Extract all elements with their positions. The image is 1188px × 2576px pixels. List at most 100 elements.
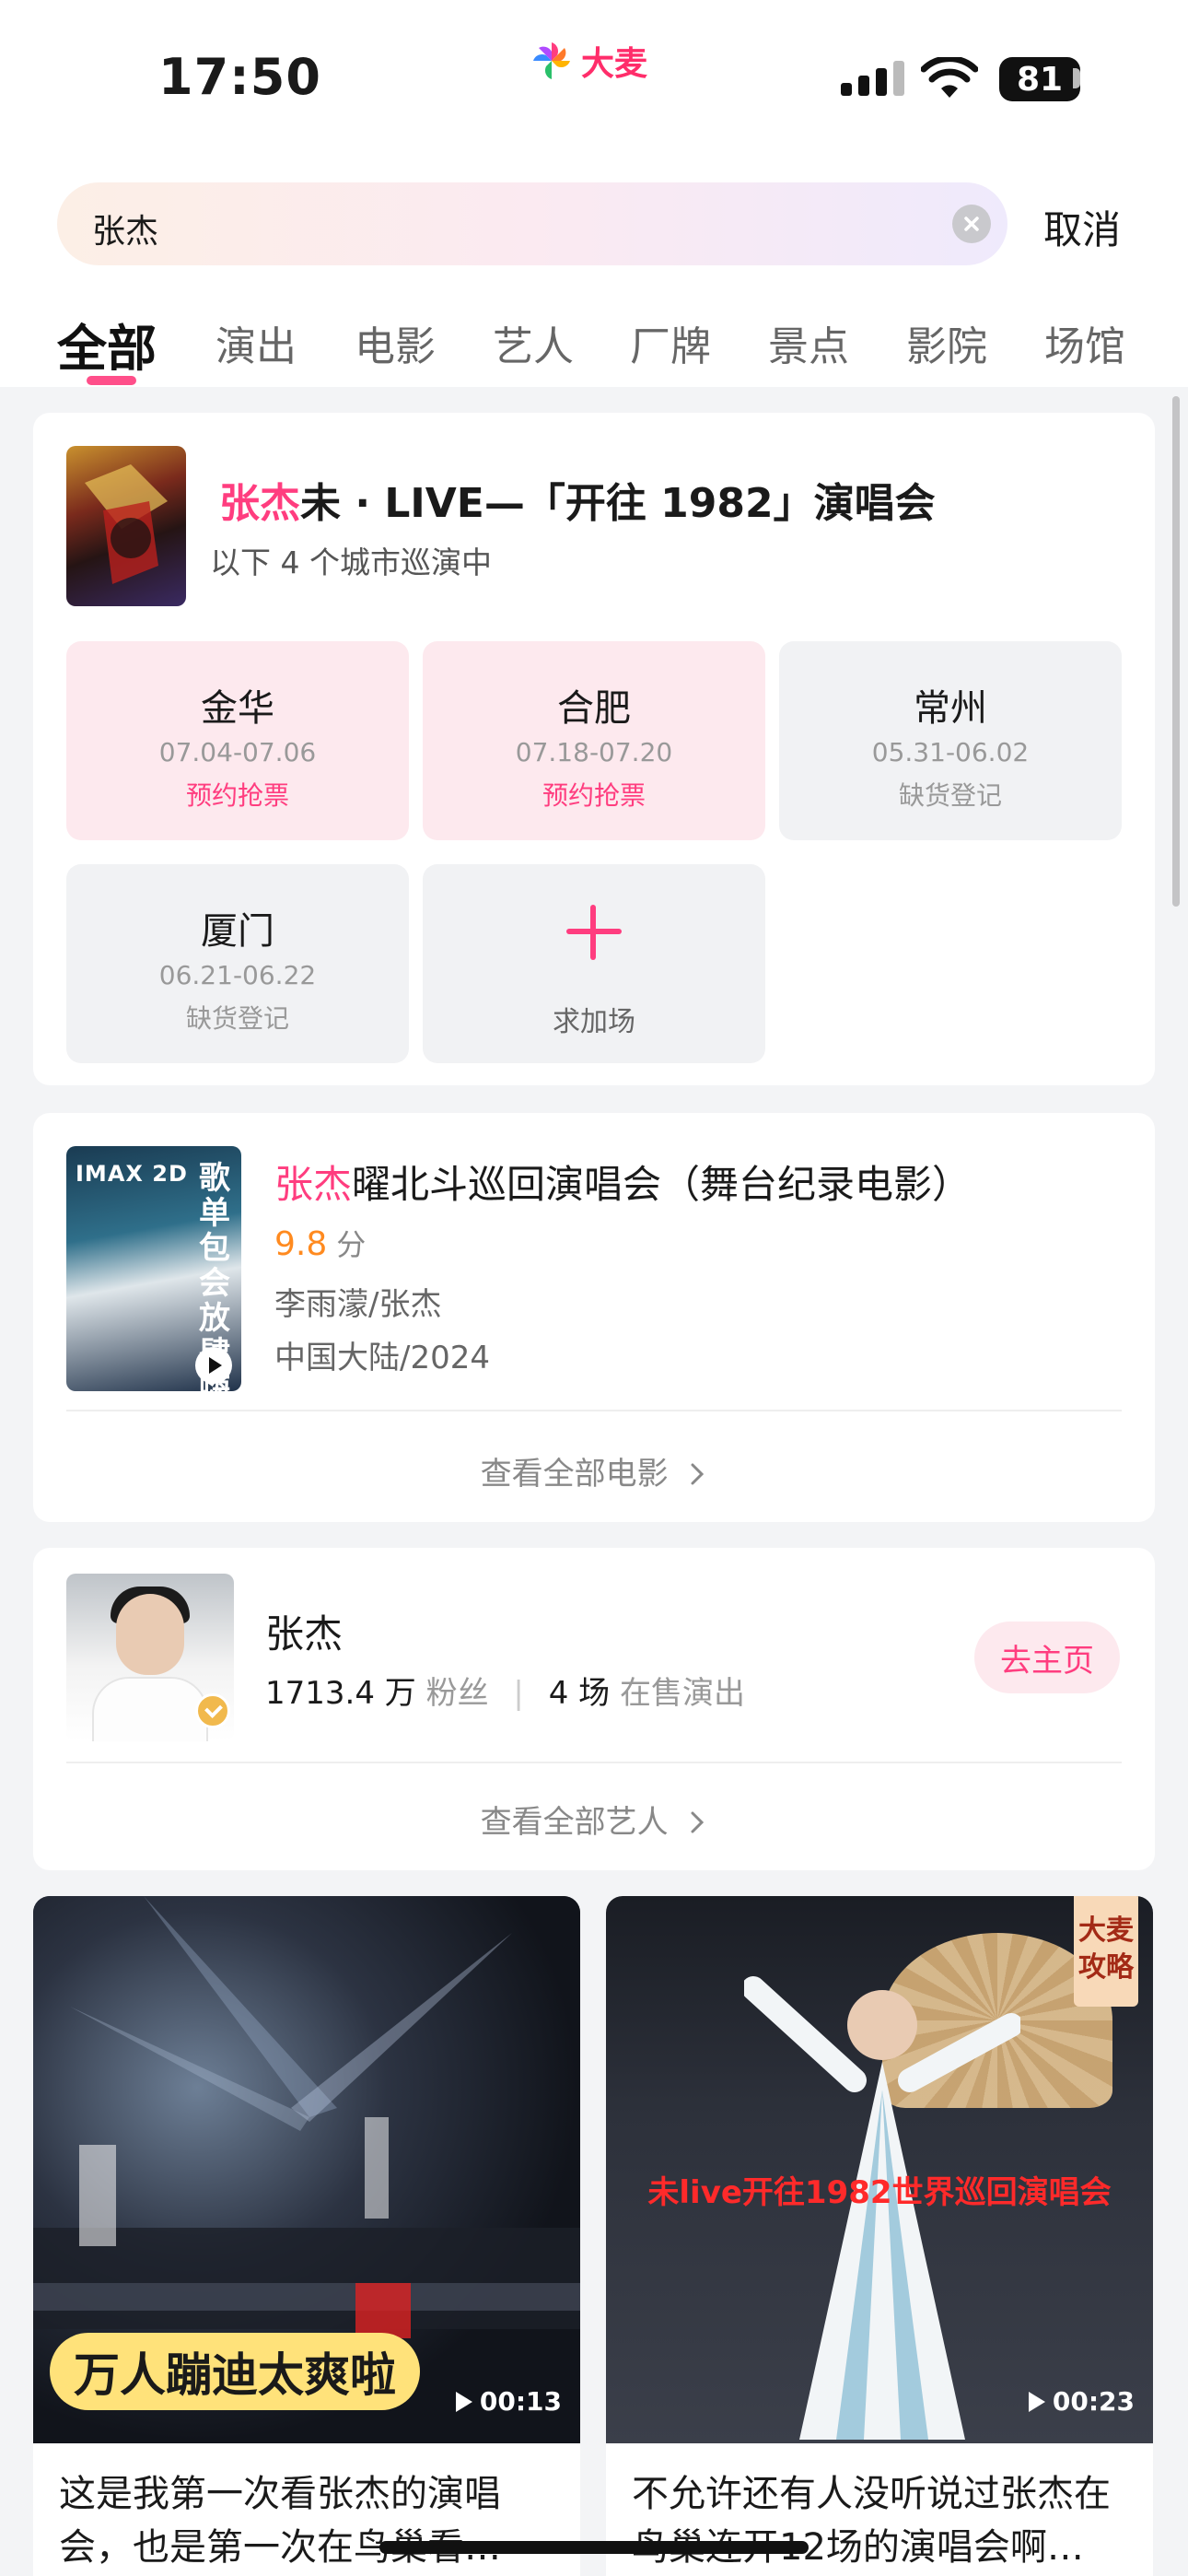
- tab-artists[interactable]: 艺人: [493, 313, 574, 372]
- video-card[interactable]: 万人蹦迪太爽啦 00:13 这是我第一次看张杰的演唱会，也是第一次在鸟巢看…: [33, 1896, 580, 2576]
- city-name: 厦门: [201, 910, 274, 953]
- video-title[interactable]: 不允许还有人没听说过张杰在鸟巢连开12场的演唱会啊…: [632, 2467, 1129, 2574]
- tab-attractions[interactable]: 景点: [768, 313, 849, 372]
- movie-card[interactable]: IMAX 2D 歌单包会放肆嗨唱 张杰曜北斗巡回演唱会（舞台纪录电影） 9.8分…: [33, 1113, 1155, 1522]
- request-extra-show-button[interactable]: 求加场: [423, 864, 765, 1063]
- rating-value: 9.8: [274, 1225, 328, 1263]
- city-name: 金华: [201, 687, 274, 730]
- artist-card[interactable]: 张杰 1713.4 万 粉丝 | 4 场 在售演出 去主页 查看全部艺人: [33, 1548, 1155, 1870]
- tour-title-rest: 未 · LIVE—「开往 1982」演唱会: [300, 480, 936, 527]
- tour-title[interactable]: 张杰未 · LIVE—「开往 1982」演唱会: [219, 470, 936, 529]
- plus-icon: [561, 899, 627, 966]
- city-date: 06.21-06.22: [158, 960, 317, 990]
- verified-badge-icon: [195, 1693, 230, 1728]
- divider: [66, 1762, 1122, 1763]
- view-all-artists-link[interactable]: 查看全部艺人: [33, 1797, 1155, 1842]
- city-status: 预约抢票: [542, 780, 646, 811]
- city-name: 常州: [914, 687, 987, 730]
- movie-title-highlight: 张杰: [274, 1162, 353, 1207]
- chevron-right-icon: [691, 1811, 705, 1833]
- video-title[interactable]: 这是我第一次看张杰的演唱会，也是第一次在鸟巢看…: [59, 2467, 556, 2574]
- city-jinhua[interactable]: 金华 07.04-07.06 预约抢票: [66, 641, 409, 840]
- battery-icon: 81: [999, 57, 1080, 101]
- city-date: 07.04-07.06: [158, 737, 317, 767]
- category-tabs: 全部 演出 电影 艺人 厂牌 景点 影院 场馆: [0, 313, 1188, 387]
- tour-subtitle: 以下 4 个城市巡演中: [210, 544, 492, 580]
- city-status: 缺货登记: [898, 780, 1002, 811]
- tour-card[interactable]: 张杰未 · LIVE—「开往 1982」演唱会 以下 4 个城市巡演中 金华 0…: [33, 413, 1155, 1085]
- avatar-body: [92, 1677, 208, 1741]
- city-changzhou[interactable]: 常州 05.31-06.02 缺货登记: [779, 641, 1122, 840]
- close-icon: [964, 217, 979, 231]
- guide-badge: 大麦攻略: [1074, 1896, 1138, 2007]
- damai-flower-icon: [533, 42, 570, 79]
- view-all-movies-link[interactable]: 查看全部电影: [33, 1448, 1155, 1493]
- fans-label: 粉丝: [425, 1675, 489, 1712]
- movie-title[interactable]: 张杰曜北斗巡回演唱会（舞台纪录电影）: [274, 1153, 971, 1210]
- play-icon[interactable]: [195, 1347, 232, 1384]
- city-status: 预约抢票: [185, 780, 289, 811]
- play-icon: [1028, 2391, 1045, 2412]
- active-tab-indicator: [87, 376, 136, 385]
- imax-badge: IMAX 2D: [76, 1161, 188, 1187]
- movie-region-year: 中国大陆/2024: [274, 1340, 490, 1376]
- brand-logo: 大麦: [530, 37, 647, 85]
- duration-text: 00:23: [1052, 2386, 1135, 2417]
- tab-venues[interactable]: 场馆: [1044, 313, 1125, 372]
- city-hefei[interactable]: 合肥 07.18-07.20 预约抢票: [423, 641, 765, 840]
- movie-poster[interactable]: IMAX 2D 歌单包会放肆嗨唱: [66, 1146, 241, 1391]
- poster-artwork: [85, 464, 168, 584]
- shows-label: 在售演出: [619, 1675, 745, 1712]
- status-bar: 17:50 大麦 81: [0, 0, 1188, 157]
- city-status: 缺货登记: [185, 1003, 289, 1034]
- wifi-icon: [921, 57, 978, 98]
- search-query: 张杰: [92, 213, 159, 251]
- scrollbar[interactable]: [1172, 396, 1180, 907]
- brand-name: 大麦: [581, 45, 648, 83]
- view-all-movies-label: 查看全部电影: [480, 1456, 669, 1493]
- tab-labels[interactable]: 厂牌: [630, 313, 711, 372]
- status-time: 17:50: [158, 48, 321, 106]
- cellular-signal-icon: [841, 61, 904, 96]
- artist-stats: 1713.4 万 粉丝 | 4 场 在售演出: [265, 1668, 745, 1713]
- city-date: 07.18-07.20: [515, 737, 673, 767]
- request-extra-show-label: 求加场: [553, 1006, 635, 1038]
- video-overlay-caption: 未live开往1982世界巡回演唱会: [647, 2174, 1112, 2211]
- movie-rating: 9.8 分: [274, 1222, 366, 1264]
- search-input[interactable]: 张杰: [57, 182, 1007, 265]
- city-name: 合肥: [557, 687, 631, 730]
- view-all-artists-label: 查看全部艺人: [480, 1804, 669, 1841]
- divider: [66, 1410, 1122, 1411]
- video-thumbnail[interactable]: 万人蹦迪太爽啦 00:13: [33, 1896, 580, 2443]
- play-icon: [455, 2391, 472, 2412]
- shows-count: 4 场: [548, 1675, 611, 1712]
- artist-name[interactable]: 张杰: [265, 1603, 343, 1659]
- video-duration: 00:23: [1028, 2386, 1135, 2417]
- video-thumbnail[interactable]: 大麦攻略 未live开往1982世界巡回演唱会 00:23: [606, 1896, 1153, 2443]
- movie-title-rest: 曜北斗巡回演唱会（舞台纪录电影）: [352, 1162, 972, 1207]
- city-date: 05.31-06.02: [871, 737, 1030, 767]
- fans-count: 1713.4 万: [265, 1675, 416, 1712]
- city-xiamen[interactable]: 厦门 06.21-06.22 缺货登记: [66, 864, 409, 1063]
- tab-movies[interactable]: 电影: [355, 313, 436, 372]
- battery-level: 81: [1016, 60, 1064, 99]
- chevron-right-icon: [691, 1463, 705, 1485]
- home-indicator[interactable]: [379, 2541, 809, 2554]
- video-overlay-caption: 万人蹦迪太爽啦: [50, 2333, 420, 2410]
- video-card[interactable]: 大麦攻略 未live开往1982世界巡回演唱会 00:23 不允许还有人没听说过…: [606, 1896, 1153, 2576]
- tab-shows[interactable]: 演出: [215, 313, 297, 372]
- rating-unit: 分: [336, 1227, 367, 1262]
- movie-cast: 李雨濛/张杰: [274, 1286, 442, 1323]
- avatar-face: [116, 1594, 184, 1675]
- tab-all[interactable]: 全部: [57, 308, 157, 381]
- tour-poster[interactable]: [66, 446, 186, 606]
- clear-search-button[interactable]: [952, 205, 991, 243]
- battery-tip: [1073, 68, 1080, 88]
- duration-text: 00:13: [479, 2386, 562, 2417]
- stats-separator: |: [513, 1675, 524, 1712]
- tour-title-highlight: 张杰: [219, 480, 300, 527]
- video-duration: 00:13: [455, 2386, 562, 2417]
- go-to-homepage-button[interactable]: 去主页: [974, 1622, 1120, 1693]
- tab-cinemas[interactable]: 影院: [906, 313, 987, 372]
- cancel-button[interactable]: 取消: [1043, 199, 1121, 255]
